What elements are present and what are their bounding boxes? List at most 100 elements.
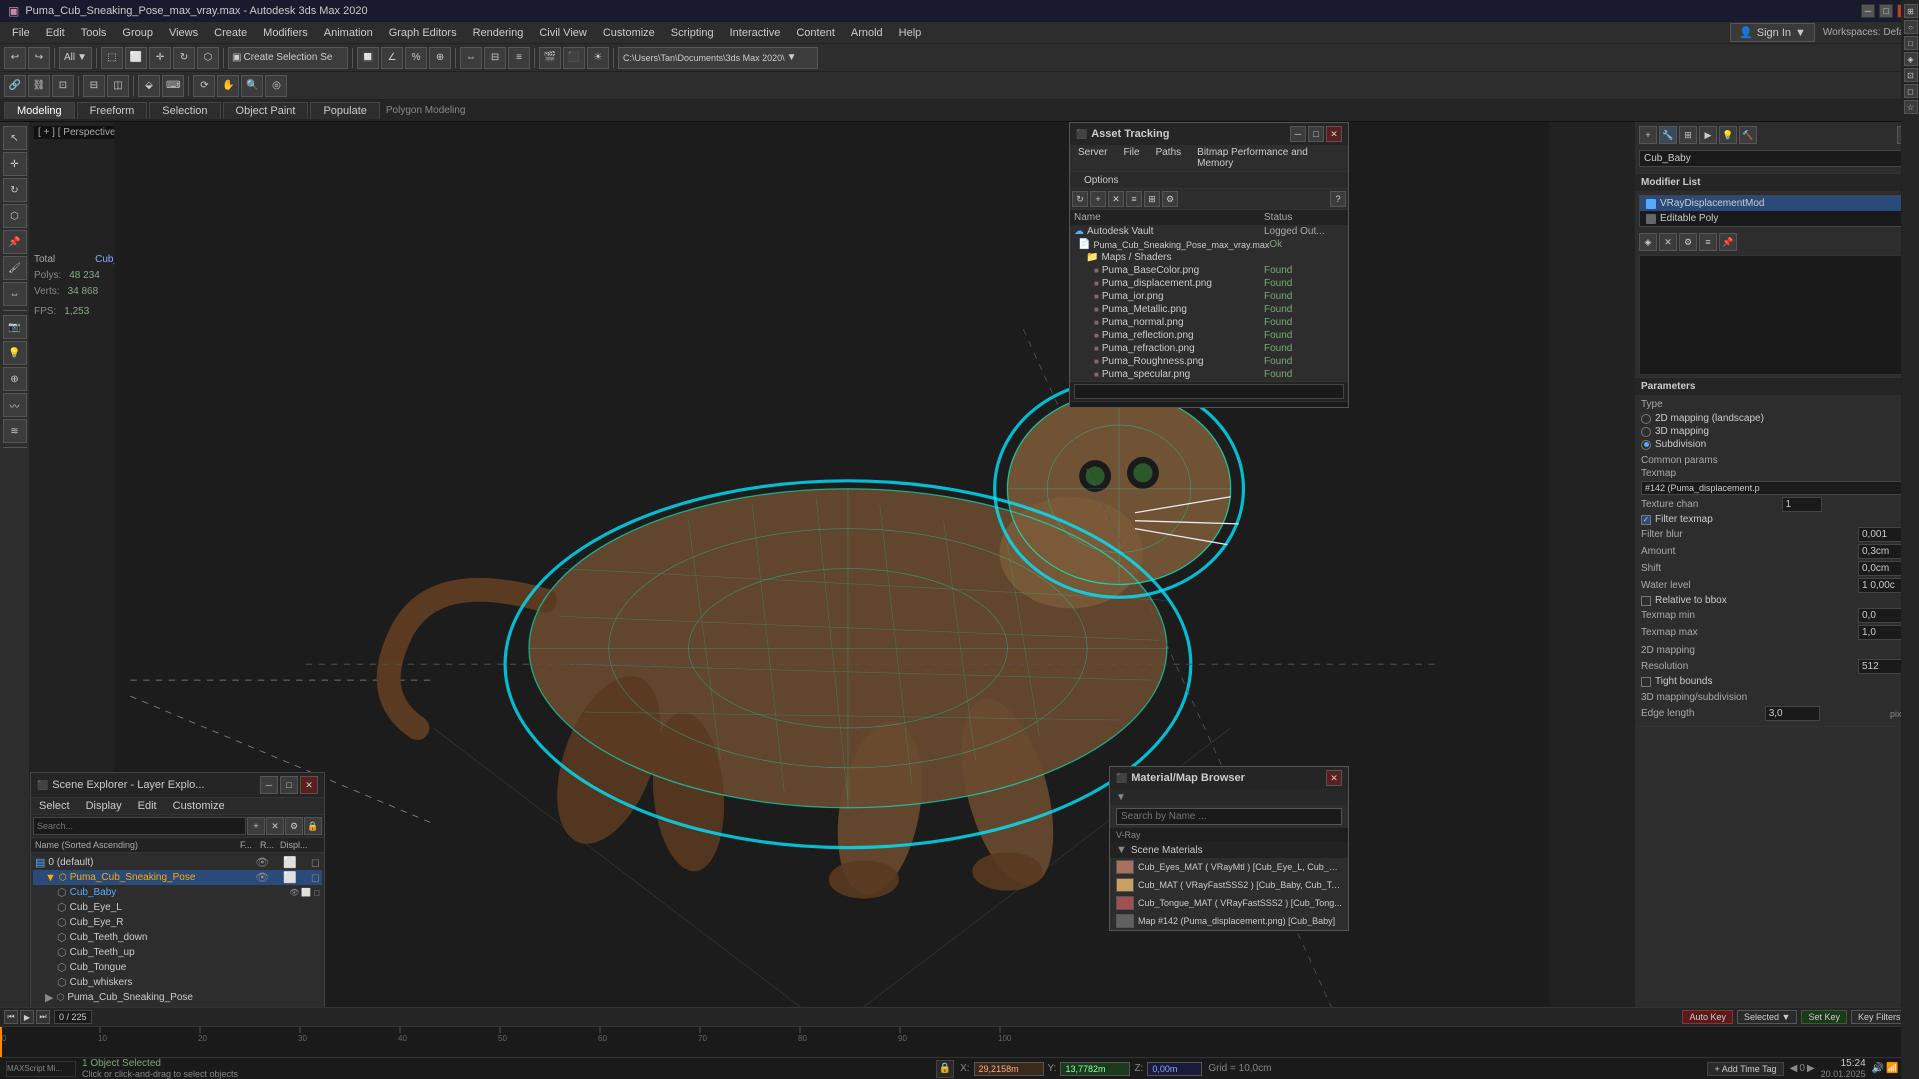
at-remove-button[interactable]: ✕ <box>1108 191 1124 207</box>
rp-hierarchy-icon[interactable]: ⊞ <box>1679 126 1697 144</box>
menu-content[interactable]: Content <box>788 25 843 41</box>
viewport[interactable]: [ + ] [ Perspective ] [ User Defined ] [… <box>30 122 1634 1031</box>
scale-button[interactable]: ⬡ <box>197 47 219 69</box>
mb-material-cub[interactable]: Cub_MAT ( VRayFastSSS2 ) [Cub_Baby, Cub_… <box>1110 876 1348 894</box>
fr-btn-1[interactable]: ⊞ <box>1904 4 1918 18</box>
left-ribbon-tool[interactable]: ≋ <box>3 419 27 443</box>
select-mode-dropdown[interactable]: All ▼ <box>59 47 92 69</box>
at-row-basecolor[interactable]: ■ Puma_BaseColor.png Found <box>1070 264 1348 277</box>
menu-customize[interactable]: Customize <box>595 25 663 41</box>
unlink-button[interactable]: ⛓ <box>28 75 50 97</box>
layer-item-puma[interactable]: ▼ ⬡ Puma_Cub_Sneaking_Pose 👁 ⬜ ◻ <box>33 870 322 885</box>
menu-modifiers[interactable]: Modifiers <box>255 25 316 41</box>
at-row-ior[interactable]: ■ Puma_ior.png Found <box>1070 290 1348 303</box>
menu-file[interactable]: File <box>4 25 38 41</box>
mb-material-map142[interactable]: Map #142 (Puma_displacement.png) [Cub_Ba… <box>1110 912 1348 930</box>
timeline-prev-frame-button[interactable]: ⏮ <box>4 1010 18 1024</box>
maximize-button[interactable]: □ <box>1879 4 1893 18</box>
timeline-play-button[interactable]: ▶ <box>20 1010 34 1024</box>
maxscript-mini[interactable]: MAXScript Mi... <box>6 1061 76 1077</box>
keyboard-shortcut-button[interactable]: ⌨ <box>162 75 184 97</box>
mb-scene-materials-header[interactable]: ▼ Scene Materials <box>1110 842 1348 858</box>
snap-button[interactable]: 🔲 <box>357 47 379 69</box>
le-options-button[interactable]: ⚙ <box>285 817 303 835</box>
relative-to-bbox-row[interactable]: Relative to bbox <box>1641 594 1913 607</box>
mod-remove-button[interactable]: ✕ <box>1659 233 1677 251</box>
le-close-button[interactable]: ✕ <box>300 776 318 794</box>
menu-edit[interactable]: Edit <box>38 25 73 41</box>
render-button[interactable]: ⬛ <box>563 47 585 69</box>
le-minimize-button[interactable]: ─ <box>260 776 278 794</box>
fr-btn-5[interactable]: ⊡ <box>1904 68 1918 82</box>
frame-counter-right-arrow[interactable]: ▶ <box>1807 1063 1815 1074</box>
modifier-editable-poly[interactable]: Editable Poly <box>1640 211 1914 226</box>
mod-make-unique-button[interactable]: ◈ <box>1639 233 1657 251</box>
le-new-layer-button[interactable]: + <box>247 817 265 835</box>
bind-button[interactable]: ⊡ <box>52 75 74 97</box>
le-menu-display[interactable]: Display <box>78 798 130 814</box>
le-maximize-button[interactable]: □ <box>280 776 298 794</box>
at-menu-server[interactable]: Server <box>1070 145 1115 171</box>
at-menu-bitmap-perf[interactable]: Bitmap Performance and Memory <box>1189 145 1348 171</box>
at-row-roughness[interactable]: ■ Puma_Roughness.png Found <box>1070 355 1348 368</box>
mb-expand-row[interactable]: ▼ <box>1110 789 1348 805</box>
add-time-tag-button[interactable]: + Add Time Tag <box>1707 1062 1783 1076</box>
mod-show-all-button[interactable]: ≡ <box>1699 233 1717 251</box>
mod-configure-button[interactable]: ⚙ <box>1679 233 1697 251</box>
menu-graph-editors[interactable]: Graph Editors <box>381 25 465 41</box>
mirror-button[interactable]: ⇔ <box>460 47 482 69</box>
undo-button[interactable]: ↩ <box>4 47 26 69</box>
fr-btn-3[interactable]: □ <box>1904 36 1918 50</box>
layer-item-cub-tongue[interactable]: ⬡ Cub_Tongue <box>33 960 322 975</box>
at-row-metallic[interactable]: ■ Puma_Metallic.png Found <box>1070 303 1348 316</box>
timeline-next-frame-button[interactable]: ⏭ <box>36 1010 50 1024</box>
select-region-button[interactable]: ⬜ <box>125 47 147 69</box>
align-button[interactable]: ⊟ <box>484 47 506 69</box>
fr-btn-2[interactable]: ○ <box>1904 20 1918 34</box>
le-search-input[interactable] <box>33 817 246 835</box>
auto-key-button[interactable]: Auto Key <box>1682 1010 1733 1024</box>
fr-btn-4[interactable]: ◈ <box>1904 52 1918 66</box>
at-minimize-button[interactable]: ─ <box>1290 126 1306 142</box>
at-add-button[interactable]: + <box>1090 191 1106 207</box>
angle-snap-button[interactable]: ∠ <box>381 47 403 69</box>
at-settings-button[interactable]: ⚙ <box>1162 191 1178 207</box>
tab-populate[interactable]: Populate <box>310 102 379 119</box>
left-mirror-tool[interactable]: ⇔ <box>3 282 27 306</box>
frame-counter-left-arrow[interactable]: ◀ <box>1790 1063 1798 1074</box>
menu-animation[interactable]: Animation <box>316 25 381 41</box>
rotate-button[interactable]: ↻ <box>173 47 195 69</box>
rp-display-icon[interactable]: 💡 <box>1719 126 1737 144</box>
left-paint-tool[interactable]: 🖌 <box>3 256 27 280</box>
select-by-name-button[interactable]: ◫ <box>107 75 129 97</box>
at-row-max-file[interactable]: 📄 Puma_Cub_Sneaking_Pose_max_vray.max Ok <box>1070 238 1348 251</box>
at-grid-view-button[interactable]: ⊞ <box>1144 191 1160 207</box>
texmap-value[interactable]: #142 (Puma_displacement.p <box>1641 481 1913 495</box>
fr-btn-7[interactable]: ☆ <box>1904 100 1918 114</box>
at-row-maps-folder[interactable]: 📁 Maps / Shaders <box>1070 251 1348 264</box>
at-row-displacement[interactable]: ■ Puma_displacement.png Found <box>1070 277 1348 290</box>
at-close-button[interactable]: ✕ <box>1326 126 1342 142</box>
sign-in-button[interactable]: 👤 Sign In ▼ <box>1730 23 1815 42</box>
at-maximize-button[interactable]: □ <box>1308 126 1324 142</box>
at-help-button[interactable]: ? <box>1330 191 1346 207</box>
menu-group[interactable]: Group <box>114 25 161 41</box>
move-button[interactable]: ✛ <box>149 47 171 69</box>
manipulate-button[interactable]: ⬙ <box>138 75 160 97</box>
rp-parameters-title[interactable]: Parameters <box>1635 378 1919 395</box>
left-place-tool[interactable]: 📌 <box>3 230 27 254</box>
tab-freeform[interactable]: Freeform <box>77 102 148 119</box>
left-helper-tool[interactable]: ⊕ <box>3 367 27 391</box>
field-of-view-button[interactable]: ◎ <box>265 75 287 97</box>
menu-scripting[interactable]: Scripting <box>663 25 722 41</box>
layer-item-cub-teeth-up[interactable]: ⬡ Cub_Teeth_up <box>33 945 322 960</box>
filter-texmap-row[interactable]: ✓ Filter texmap <box>1641 513 1913 526</box>
mb-search-input[interactable] <box>1116 808 1342 825</box>
left-camera-tool[interactable]: 📷 <box>3 315 27 339</box>
layer-item-0-default[interactable]: ▤ 0 (default) 👁 ⬜ ◻ <box>33 855 322 870</box>
minimize-button[interactable]: ─ <box>1861 4 1875 18</box>
menu-arnold[interactable]: Arnold <box>843 25 891 41</box>
rp-modify-icon[interactable]: 🔧 <box>1659 126 1677 144</box>
layer-item-cub-whiskers[interactable]: ⬡ Cub_whiskers <box>33 975 322 990</box>
left-spacewarp-tool[interactable]: 〰 <box>3 393 27 417</box>
